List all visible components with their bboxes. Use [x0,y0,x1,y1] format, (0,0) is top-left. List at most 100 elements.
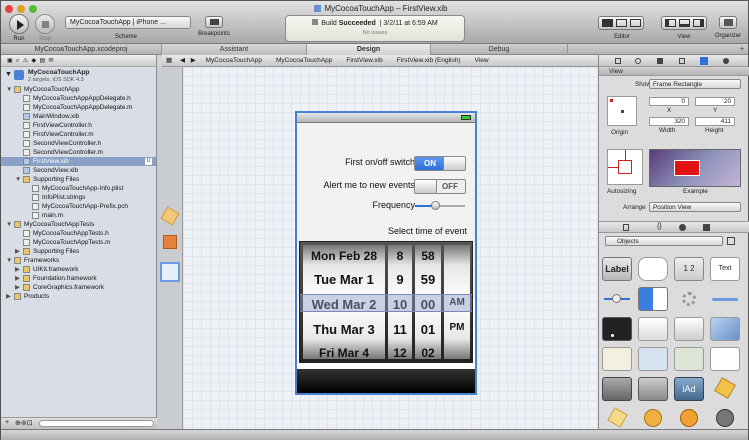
disclosure-triangle-icon[interactable]: ▶ [6,292,14,301]
file-row-foundation-framework[interactable]: ▶ Foundation.framework [1,274,156,283]
disclosure-triangle-icon[interactable]: ▼ [6,220,14,229]
library-text-field[interactable]: Text [710,257,740,281]
disclosure-triangle-icon[interactable]: ▶ [15,247,23,256]
picker-days-value[interactable]: Mon Feb 28 [303,249,385,263]
library-web-view[interactable] [638,347,668,371]
editor-segmented[interactable] [598,16,644,30]
library-view[interactable] [710,347,740,371]
close-window-button[interactable] [5,5,13,13]
picker-minutes-value[interactable]: 02 [415,346,441,360]
library-ad-banner-view[interactable]: iAd [674,377,704,401]
run-button[interactable]: Run [7,14,31,42]
height-field[interactable]: 411 [695,117,735,126]
list-view-icon[interactable] [727,237,735,245]
library-table-view-cell[interactable] [674,317,704,341]
file-row-infoplist-strings[interactable]: InfoPlist.strings [1,193,156,202]
library-navigation-bar[interactable] [638,377,668,401]
disclosure-triangle-icon[interactable]: ▶ [15,274,23,283]
file-row-mycocoatouchapp-info-plist[interactable]: MyCocoaTouchApp-Info.plist [1,184,156,193]
picker-minutes-value[interactable]: 01 [415,322,441,337]
filter-field[interactable] [39,420,154,427]
disclosure-triangle-icon[interactable]: ▼ [6,85,14,94]
file-row-mycocoatouchappappdelegate-h[interactable]: MyCocoaTouchAppAppDelegate.h [1,94,156,103]
object-library-icon[interactable] [679,224,686,231]
y-field[interactable]: 20 [695,97,735,106]
minimize-window-button[interactable] [17,5,25,13]
library-image-view[interactable] [710,317,740,341]
picker-days-value[interactable]: Tue Mar 1 [303,272,385,287]
file-row-frameworks[interactable]: ▼ Frameworks [1,256,156,265]
frequency-slider[interactable] [415,201,465,210]
debug-toggle-icon[interactable] [679,19,690,27]
file-template-icon[interactable] [623,224,629,231]
add-file-icon[interactable]: + [5,419,9,426]
file-row-secondviewcontroller-h[interactable]: SecondViewController.h [1,139,156,148]
file-row-mycocoatouchapptests-m[interactable]: MyCocoaTouchAppTests.m [1,238,156,247]
add-tab-icon[interactable]: + [736,44,748,55]
view-section-header[interactable]: View [599,67,749,76]
disclosure-triangle-icon[interactable]: ▶ [15,265,23,274]
file-row-firstviewcontroller-m[interactable]: FirstViewController.m [1,130,156,139]
related-items-icon[interactable]: ▦ [166,57,172,64]
utilities-toggle-icon[interactable] [693,19,704,27]
x-field[interactable]: 0 [649,97,689,106]
file-row-firstviewcontroller-h[interactable]: FirstViewController.h [1,121,156,130]
breakpoints-button[interactable]: Breakpoints [196,16,232,37]
back-icon[interactable]: ◀ [180,57,185,64]
debug-navigator-icon[interactable]: ▤ [39,58,45,64]
picker-days-value[interactable]: Thu Mar 3 [303,322,385,337]
jump-bar-item[interactable]: FirstView.xib (English) [397,57,461,64]
quick-help-icon[interactable] [635,58,641,64]
connections-inspector-icon[interactable] [723,58,729,64]
show-popup[interactable]: Frame Rectangle [649,79,741,89]
arrange-popup[interactable]: Position View [649,202,741,212]
navigator-toggle-icon[interactable] [665,19,676,27]
picker-hours-value[interactable]: 8 [388,249,412,263]
filter-icon[interactable]: ⊕⊚⊡ [15,419,33,427]
assistant-editor-icon[interactable] [616,19,627,27]
iphone-view[interactable]: First on/off switch ON Alert me to new e… [295,111,477,395]
file-row-supporting-files[interactable]: ▼ Supporting Files [1,175,156,184]
picker-ampm-value[interactable]: PM [444,322,470,333]
disclosure-triangle-icon[interactable]: ▶ [15,283,23,292]
file-row-products[interactable]: ▶ Products [1,292,156,301]
code-snippet-icon[interactable]: {} [657,223,662,230]
tab-project[interactable]: MyCocoaTouchApp.xcodeproj [1,44,162,55]
interface-builder-canvas[interactable]: First on/off switch ON Alert me to new e… [183,67,598,429]
picker-hours-value[interactable]: 9 [388,272,412,287]
library-segmented-control[interactable]: 1 2 [674,257,704,281]
project-navigator-icon[interactable]: ▣ [7,58,13,64]
second-switch[interactable]: OFF [414,179,466,194]
file-row-main-m[interactable]: main.m [1,211,156,220]
tab-debug[interactable]: Debug [431,44,568,55]
library-slider[interactable] [602,287,632,311]
view-object-icon[interactable] [160,262,180,282]
view-segmented[interactable] [661,16,707,30]
width-field[interactable]: 320 [649,117,689,126]
picker-days-value[interactable]: Fri Mar 4 [303,346,385,360]
library-activity-indicator[interactable] [674,287,704,311]
picker-minutes-value[interactable]: 58 [415,249,441,263]
attributes-inspector-icon[interactable] [679,58,685,64]
jump-bar-item[interactable]: View [475,57,489,64]
library-navigation-controller[interactable] [674,407,704,431]
library-round-rect-button[interactable] [638,257,668,281]
issue-navigator-icon[interactable]: ◆ [31,58,36,64]
file-row-uikit-framework[interactable]: ▶ UIKit.framework [1,265,156,274]
file-row-mycocoatouchapp[interactable]: ▼ MyCocoaTouchApp [1,85,156,94]
library-map-view[interactable] [674,347,704,371]
library-view-controller[interactable] [602,407,632,431]
jump-bar-item[interactable]: FirstView.xib [346,57,382,64]
library-filter-popup[interactable]: Objects [605,236,723,246]
scheme-popup[interactable]: MyCocoaTouchApp | iPhone ... [65,16,191,29]
picker-minutes-value[interactable]: 59 [415,272,441,287]
library-table-view-controller[interactable] [638,407,668,431]
symbol-navigator-icon[interactable]: ⌕ [16,58,19,64]
zoom-window-button[interactable] [29,5,37,13]
file-row-mycocoatouchappappdelegate-m[interactable]: MyCocoaTouchAppAppDelegate.m [1,103,156,112]
forward-icon[interactable]: ▶ [191,57,196,64]
library-table-view[interactable] [638,317,668,341]
file-row-mycocoatouchapp-prefix-pch[interactable]: MyCocoaTouchApp-Prefix.pch [1,202,156,211]
standard-editor-icon[interactable] [602,19,613,27]
library-progress-view[interactable] [710,287,740,311]
